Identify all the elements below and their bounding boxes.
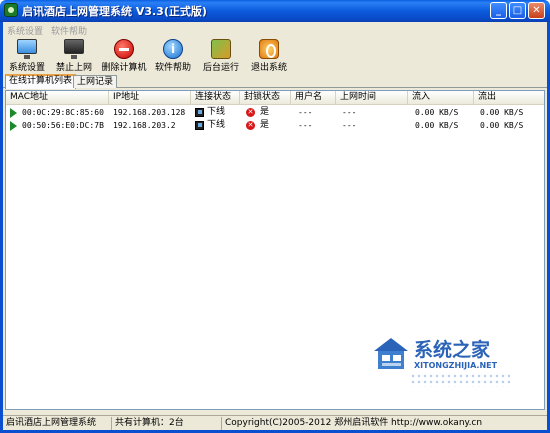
delete-icon xyxy=(114,39,134,59)
computer-icon xyxy=(195,121,204,130)
cell-block: 是 xyxy=(260,107,270,117)
status-copyright: Copyright(C)2005-2012 郑州启讯软件 http://www.… xyxy=(221,417,547,430)
tab-online-computers[interactable]: 在线计算机列表 xyxy=(5,74,77,89)
status-computer-count: 共有计算机：2台 xyxy=(111,417,221,430)
column-header-block[interactable]: 封锁状态 xyxy=(240,91,291,105)
cell-ip: 192.168.203.128 xyxy=(113,108,186,117)
cell-time: --- xyxy=(342,108,357,117)
block-internet-button[interactable]: 禁止上网 xyxy=(53,36,95,74)
table-row[interactable]: 00:50:56:E0:DC:7B 192.168.203.2 下线 ✕ 是 -… xyxy=(6,119,544,132)
exit-system-button[interactable]: 退出系统 xyxy=(249,36,289,74)
computer-icon xyxy=(195,108,204,117)
delete-computer-button[interactable]: 删除计算机 xyxy=(99,36,149,74)
blocked-icon: ✕ xyxy=(246,121,255,130)
column-header-time[interactable]: 上网时间 xyxy=(336,91,408,105)
house-logo-icon xyxy=(374,338,408,369)
watermark-title: 系统之家 xyxy=(414,339,491,361)
app-icon xyxy=(4,3,18,17)
exit-icon xyxy=(259,39,279,59)
column-header-ip[interactable]: IP地址 xyxy=(109,91,191,105)
cell-in: 0.00 KB/S xyxy=(415,108,459,117)
status-bar: 启讯酒店上网管理系统 共有计算机：2台 Copyright(C)2005-201… xyxy=(3,415,547,430)
status-app-name: 启讯酒店上网管理系统 xyxy=(6,418,97,428)
background-run-icon xyxy=(211,39,231,59)
blocked-icon: ✕ xyxy=(246,108,255,117)
help-icon: i xyxy=(163,39,183,59)
watermark-dots xyxy=(410,373,510,387)
cell-out: 0.00 KB/S xyxy=(480,108,524,117)
watermark-logo: 系统之家 XITONGZHIJIA.NET xyxy=(370,321,546,389)
cell-out: 0.00 KB/S xyxy=(480,121,524,130)
column-header-connection[interactable]: 连接状态 xyxy=(191,91,240,105)
background-run-button[interactable]: 后台运行 xyxy=(201,36,241,74)
cell-user: --- xyxy=(298,108,313,117)
online-computer-list[interactable]: MAC地址 IP地址 连接状态 封锁状态 用户名 上网时间 流入 流出 00:0… xyxy=(5,90,545,410)
cell-time: --- xyxy=(342,121,357,130)
block-internet-label: 禁止上网 xyxy=(55,63,92,73)
table-row[interactable]: 00:0C:29:8C:85:60 192.168.203.128 下线 ✕ 是… xyxy=(6,106,544,119)
online-arrow-icon xyxy=(10,121,17,131)
online-arrow-icon xyxy=(10,108,17,118)
system-settings-label: 系统设置 xyxy=(8,63,45,73)
column-header-in[interactable]: 流入 xyxy=(408,91,474,105)
delete-computer-label: 删除计算机 xyxy=(101,63,147,73)
cell-connection: 下线 xyxy=(207,120,226,130)
watermark-url: XITONGZHIJIA.NET xyxy=(414,361,498,370)
column-header-mac[interactable]: MAC地址 xyxy=(6,91,109,105)
cell-mac: 00:0C:29:8C:85:60 xyxy=(22,108,104,117)
cell-user: --- xyxy=(298,121,313,130)
column-header-out[interactable]: 流出 xyxy=(474,91,544,105)
menu-bar: 系统设置 软件帮助 xyxy=(3,22,547,37)
tab-strip: 在线计算机列表 上网记录 xyxy=(3,74,547,89)
list-header: MAC地址 IP地址 连接状态 封锁状态 用户名 上网时间 流入 流出 xyxy=(6,91,544,105)
cell-connection: 下线 xyxy=(207,107,226,117)
software-help-button[interactable]: i 软件帮助 xyxy=(153,36,193,74)
close-button[interactable]: ✕ xyxy=(528,2,545,19)
title-bar: 启讯酒店上网管理系统 V3.3(正式版) _ □ ✕ xyxy=(0,0,550,22)
exit-system-label: 退出系统 xyxy=(250,63,287,73)
system-settings-button[interactable]: 系统设置 xyxy=(7,36,47,74)
monitor-settings-icon xyxy=(17,39,37,59)
monitor-blocked-icon xyxy=(64,39,84,59)
cell-ip: 192.168.203.2 xyxy=(113,121,176,130)
cell-block: 是 xyxy=(260,120,270,130)
cell-in: 0.00 KB/S xyxy=(415,121,459,130)
background-run-label: 后台运行 xyxy=(202,63,239,73)
tab-internet-records[interactable]: 上网记录 xyxy=(73,75,118,88)
maximize-button[interactable]: □ xyxy=(509,2,526,19)
toolbar: 系统设置 禁止上网 删除计算机 i 软件帮助 后台运行 退出系统 xyxy=(3,36,547,74)
minimize-button[interactable]: _ xyxy=(490,2,507,19)
column-header-user[interactable]: 用户名 xyxy=(291,91,336,105)
cell-mac: 00:50:56:E0:DC:7B xyxy=(22,121,104,130)
window-client: 系统设置 软件帮助 系统设置 禁止上网 删除计算机 i 软件帮助 后台运行 退出… xyxy=(3,22,547,430)
software-help-label: 软件帮助 xyxy=(154,63,191,73)
window-title: 启讯酒店上网管理系统 V3.3(正式版) xyxy=(22,5,207,18)
